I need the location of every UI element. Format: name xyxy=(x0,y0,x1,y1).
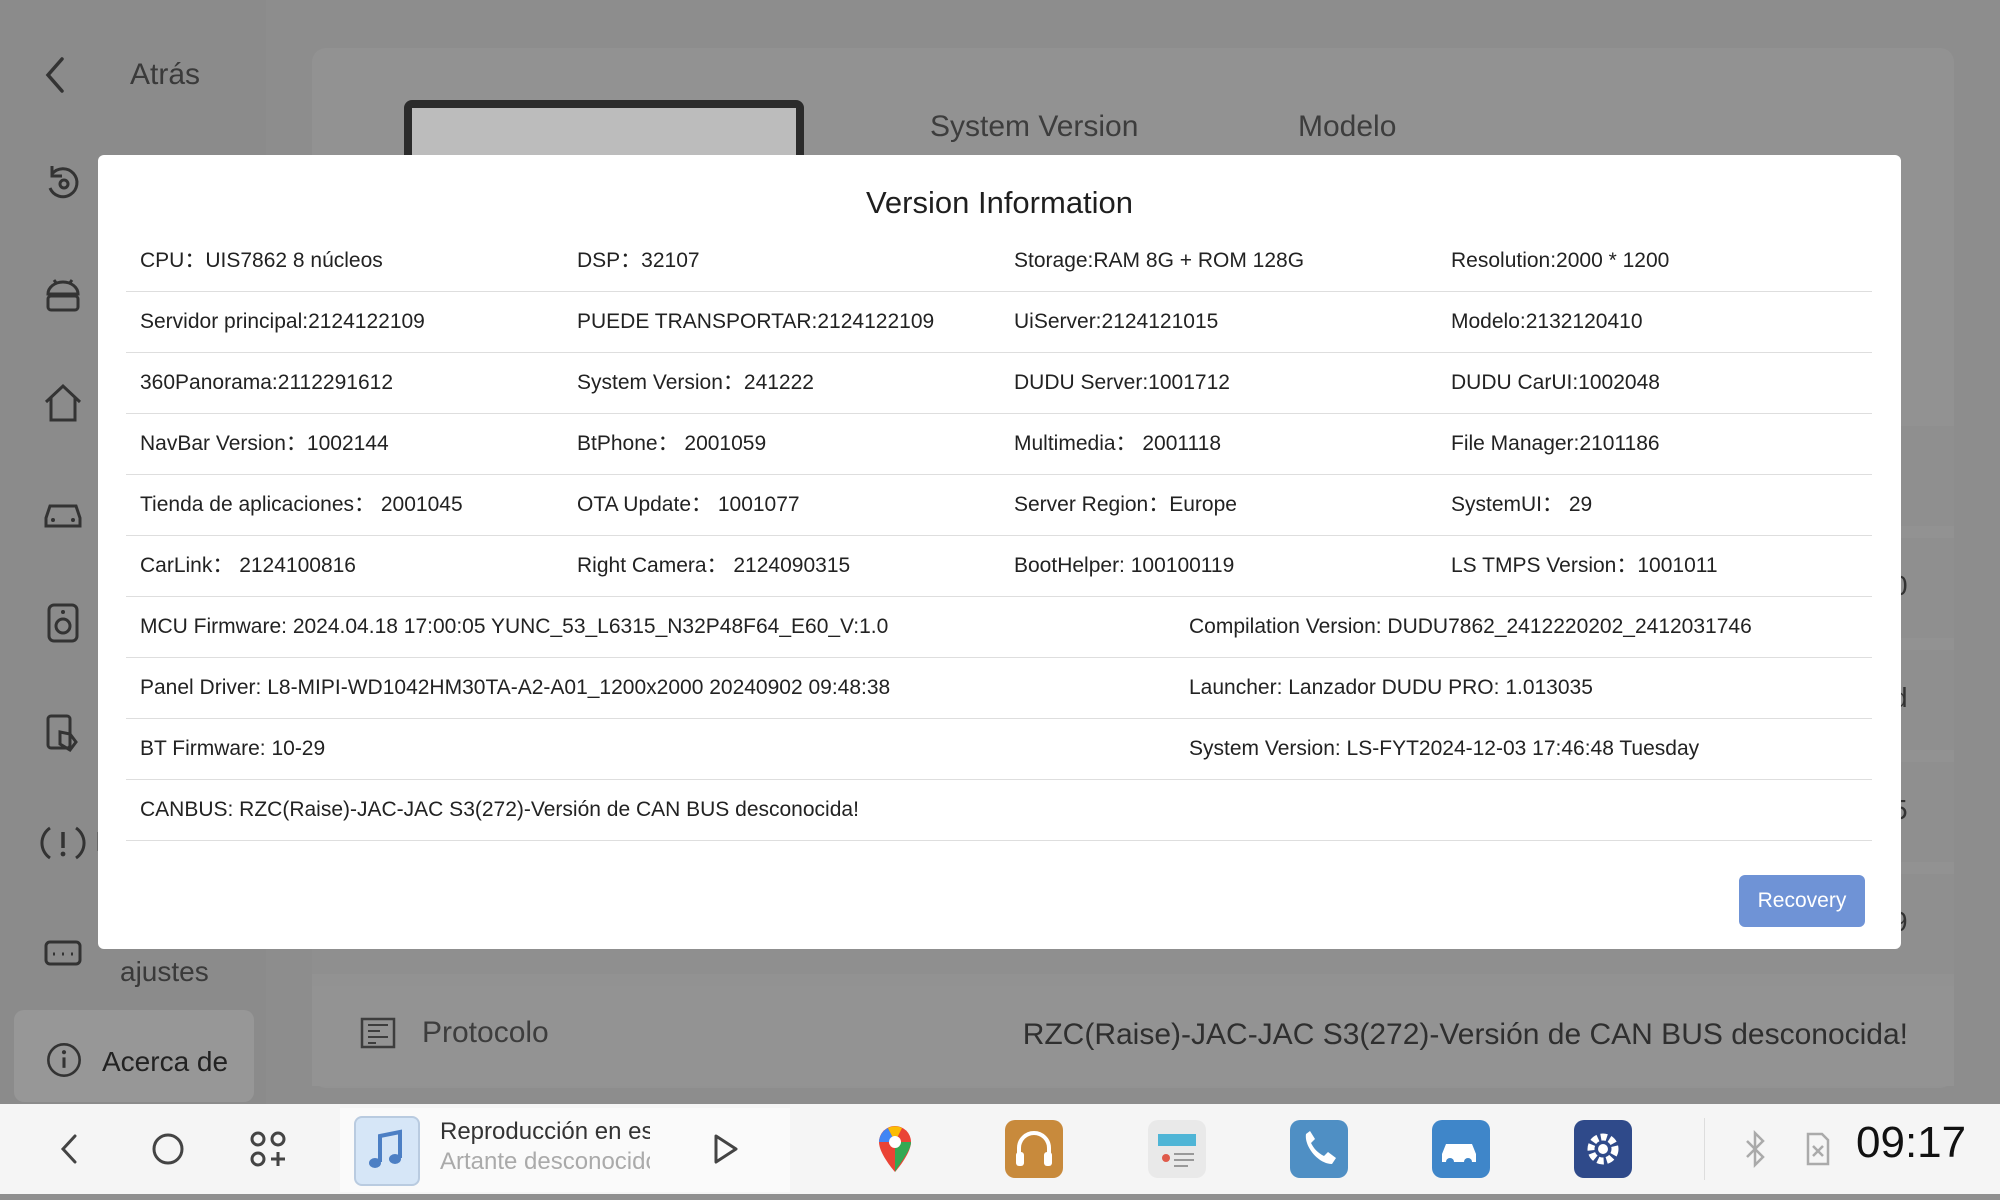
clock: 09:17 xyxy=(1856,1118,1967,1167)
bg-protocol-row-label: Protocolo xyxy=(360,1016,549,1050)
info-btphone: BtPhone： 2001059 xyxy=(577,432,767,455)
info-canbus: CANBUS: RZC(Raise)-JAC-JAC S3(272)-Versi… xyxy=(140,798,859,821)
info-uiserver: UiServer:2124121015 xyxy=(1014,310,1219,333)
info-360-panorama: 360Panorama:2112291612 xyxy=(140,371,393,394)
phone-app-icon[interactable] xyxy=(1290,1120,1348,1178)
radio-app-icon[interactable] xyxy=(1148,1120,1206,1178)
info-right-camera: Right Camera： 2124090315 xyxy=(577,554,851,577)
info-storage: Storage:RAM 8G + ROM 128G xyxy=(1014,249,1305,272)
info-file-manager: File Manager:2101186 xyxy=(1451,432,1660,455)
apps-grid-icon[interactable] xyxy=(243,1124,293,1174)
bluetooth-icon[interactable] xyxy=(1730,1124,1780,1174)
taskbar-bottom-edge xyxy=(0,1194,2000,1200)
info-app-store: Tienda de aplicaciones： 2001045 xyxy=(140,493,463,516)
info-multimedia: Multimedia： 2001118 xyxy=(1014,432,1222,455)
home-icon[interactable] xyxy=(40,380,86,426)
version-info-table: CPU：UIS7862 8 núcleos DSP：32107 Storage:… xyxy=(126,231,1872,841)
info-ls-tmps-version: LS TMPS Version：1001011 xyxy=(1451,554,1718,577)
table-row: Servidor principal:2124122109 PUEDE TRAN… xyxy=(126,292,1872,353)
media-title: Reproducción en es xyxy=(440,1118,650,1145)
music-note-icon[interactable] xyxy=(354,1116,420,1186)
info-systemui: SystemUI： 29 xyxy=(1451,493,1593,516)
info-system-version-full: System Version: LS-FYT2024-12-03 17:46:4… xyxy=(1189,737,1700,760)
bg-protocol-label: Protocolo xyxy=(422,1016,549,1049)
table-row: BT Firmware: 10-29 System Version: LS-FY… xyxy=(126,719,1872,780)
info-dsp: DSP：32107 xyxy=(577,249,700,272)
table-row: 360Panorama:2112291612 System Version：24… xyxy=(126,353,1872,414)
speaker-icon[interactable] xyxy=(40,600,86,646)
music-player-app-icon[interactable] xyxy=(1005,1120,1063,1178)
info-system-version: System Version：241222 xyxy=(577,371,814,394)
table-row: Tienda de aplicaciones： 2001045 OTA Upda… xyxy=(126,475,1872,536)
keyboard-icon[interactable] xyxy=(40,930,86,976)
info-carlink: CarLink： 2124100816 xyxy=(140,554,356,577)
table-row: NavBar Version：1002144 BtPhone： 2001059 … xyxy=(126,414,1872,475)
info-boothelper: BootHelper: 100100119 xyxy=(1014,554,1235,577)
taskbar-divider xyxy=(1704,1118,1705,1180)
protocol-icon xyxy=(360,1017,396,1049)
bg-header-system-version: System Version xyxy=(930,110,1139,143)
car-icon[interactable] xyxy=(40,490,86,536)
info-cpu: CPU：UIS7862 8 núcleos xyxy=(140,249,383,272)
info-launcher: Launcher: Lanzador DUDU PRO: 1.013035 xyxy=(1189,676,1593,699)
sidebar-item-about-label: Acerca de xyxy=(102,1046,229,1077)
info-main-server: Servidor principal:2124122109 xyxy=(140,310,425,333)
back-label: Atrás xyxy=(130,58,201,91)
taskbar xyxy=(0,1104,2000,1194)
info-dudu-carui: DUDU CarUI:1002048 xyxy=(1451,371,1660,394)
info-server-region: Server Region：Europe xyxy=(1014,493,1237,516)
sim-disabled-icon[interactable] xyxy=(1792,1124,1842,1174)
info-compilation-version: Compilation Version: DUDU7862_2412220202… xyxy=(1189,615,1752,638)
home-nav-icon[interactable] xyxy=(143,1124,193,1174)
info-can-transport: PUEDE TRANSPORTAR:2124122109 xyxy=(577,310,935,333)
table-row: MCU Firmware: 2024.04.18 17:00:05 YUNC_5… xyxy=(126,597,1872,658)
version-information-dialog: Version Information CPU：UIS7862 8 núcleo… xyxy=(98,155,1901,949)
info-navbar-version: NavBar Version：1002144 xyxy=(140,432,389,455)
settings-app-icon[interactable] xyxy=(1574,1120,1632,1178)
recovery-button[interactable]: Recovery xyxy=(1739,875,1865,927)
device-screenshot-thumbnail xyxy=(404,100,804,160)
bg-protocol-value: RZC(Raise)-JAC-JAC S3(272)-Versión de CA… xyxy=(1022,1018,1908,1051)
table-row: CarLink： 2124100816 Right Camera： 212409… xyxy=(126,536,1872,597)
sidebar-item-settings-label: ajustes xyxy=(120,956,209,987)
table-row: CPU：UIS7862 8 núcleos DSP：32107 Storage:… xyxy=(126,231,1872,292)
alert-icon[interactable] xyxy=(40,820,86,866)
table-row: Panel Driver: L8-MIPI-WD1042HM30TA-A2-A0… xyxy=(126,658,1872,719)
back-button[interactable]: Atrás xyxy=(40,40,200,110)
info-panel-driver: Panel Driver: L8-MIPI-WD1042HM30TA-A2-A0… xyxy=(140,676,891,699)
android-icon[interactable] xyxy=(40,270,86,316)
maps-app-icon[interactable] xyxy=(866,1120,924,1178)
table-row: CANBUS: RZC(Raise)-JAC-JAC S3(272)-Versi… xyxy=(126,780,1872,841)
car-settings-app-icon[interactable] xyxy=(1432,1120,1490,1178)
chevron-left-icon xyxy=(45,57,64,93)
media-artist: Artante desconocido xyxy=(440,1148,650,1175)
bg-header-modelo: Modelo xyxy=(1298,110,1397,143)
info-ota-update: OTA Update： 1001077 xyxy=(577,493,800,516)
restart-icon[interactable] xyxy=(40,160,86,206)
info-modelo: Modelo:2132120410 xyxy=(1451,310,1643,333)
info-bt-firmware: BT Firmware: 10-29 xyxy=(140,737,326,760)
info-dudu-server: DUDU Server:1001712 xyxy=(1014,371,1230,394)
back-nav-icon[interactable] xyxy=(44,1124,94,1174)
info-mcu-firmware: MCU Firmware: 2024.04.18 17:00:05 YUNC_5… xyxy=(140,615,889,638)
info-resolution: Resolution:2000 * 1200 xyxy=(1451,249,1670,272)
info-icon xyxy=(47,1043,81,1077)
play-icon[interactable] xyxy=(700,1124,750,1174)
dialog-title: Version Information xyxy=(865,185,1134,220)
touch-icon[interactable] xyxy=(40,710,86,756)
